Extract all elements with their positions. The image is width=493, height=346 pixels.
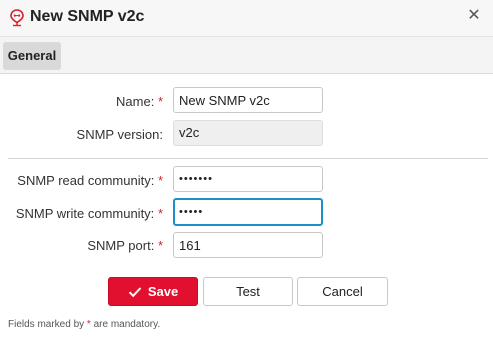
required-marker: * bbox=[157, 173, 163, 188]
checkmark-icon bbox=[128, 287, 142, 298]
snmp-version-field: v2c bbox=[173, 120, 323, 146]
dialog-title: New SNMP v2c bbox=[30, 8, 145, 25]
name-field[interactable] bbox=[173, 87, 323, 113]
port-label: SNMP port: * bbox=[87, 238, 163, 253]
tab-general[interactable]: General bbox=[3, 42, 61, 70]
write-community-label: SNMP write community: * bbox=[15, 206, 163, 221]
name-label: Name: * bbox=[116, 94, 163, 109]
tab-bar: General bbox=[0, 37, 493, 74]
save-button[interactable]: Save bbox=[108, 277, 198, 306]
snmp-network-icon bbox=[10, 9, 24, 27]
cancel-button[interactable]: Cancel bbox=[297, 277, 388, 306]
test-button[interactable]: Test bbox=[203, 277, 293, 306]
required-marker: * bbox=[157, 206, 163, 221]
read-community-label: SNMP read community: * bbox=[17, 173, 163, 188]
close-icon[interactable]: ✕ bbox=[465, 6, 483, 26]
port-field[interactable] bbox=[173, 232, 323, 258]
required-marker: * bbox=[157, 238, 163, 253]
read-community-field[interactable] bbox=[173, 166, 323, 192]
section-divider bbox=[8, 158, 488, 159]
title-bar: New SNMP v2c ✕ bbox=[0, 0, 493, 37]
mandatory-note: Fields marked by * are mandatory. bbox=[8, 319, 161, 330]
save-button-label: Save bbox=[147, 284, 179, 299]
required-marker: * bbox=[157, 94, 163, 109]
write-community-field[interactable] bbox=[173, 198, 323, 226]
snmp-version-label: SNMP version: bbox=[76, 127, 163, 142]
